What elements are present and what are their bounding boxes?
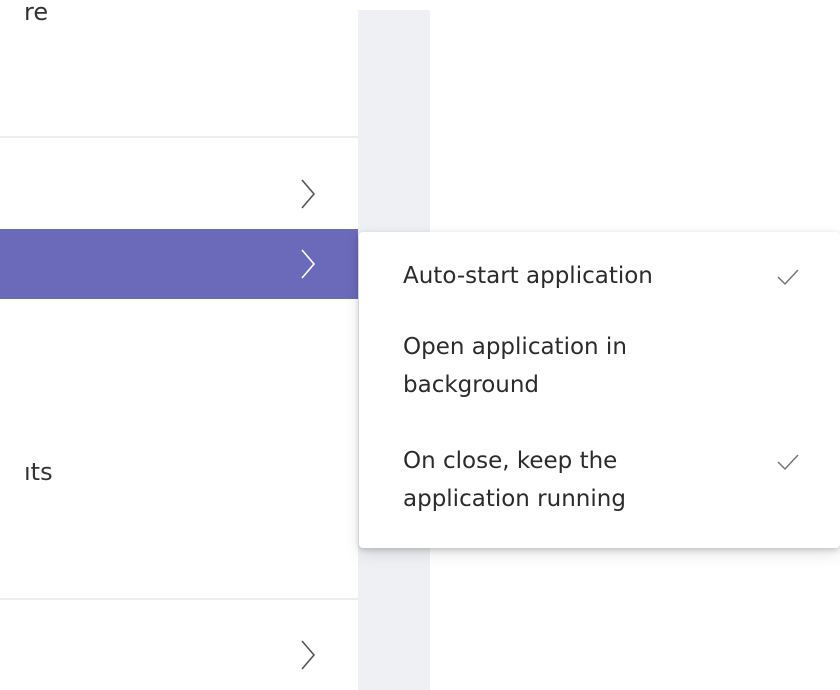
auto-start-option[interactable]: Auto-start application <box>359 257 840 301</box>
screen: re ıts Auto-start application Open appli… <box>0 0 840 690</box>
open-in-background-option[interactable]: Open application in background <box>359 328 840 410</box>
chevron-right-icon <box>301 249 316 279</box>
menu-row-submenu[interactable] <box>0 619 360 690</box>
chevron-right-icon <box>301 179 316 209</box>
menu-row-submenu[interactable] <box>0 158 360 230</box>
option-label: Auto-start application <box>403 263 653 289</box>
option-label: On close, keep the application running <box>403 448 626 512</box>
chevron-right-icon <box>301 640 316 670</box>
settings-menu: re ıts <box>0 0 360 690</box>
menu-row-selected[interactable] <box>0 229 360 299</box>
menu-item-label-partial: re <box>24 0 49 26</box>
menu-item-label-partial: ıts <box>24 458 53 486</box>
menu-divider <box>0 598 360 600</box>
keep-running-option[interactable]: On close, keep the application running <box>359 442 840 524</box>
application-submenu: Auto-start application Open application … <box>359 232 840 548</box>
menu-divider <box>0 136 360 138</box>
option-label: Open application in background <box>403 334 627 398</box>
checkmark-icon <box>777 454 799 471</box>
checkmark-icon <box>777 269 799 286</box>
